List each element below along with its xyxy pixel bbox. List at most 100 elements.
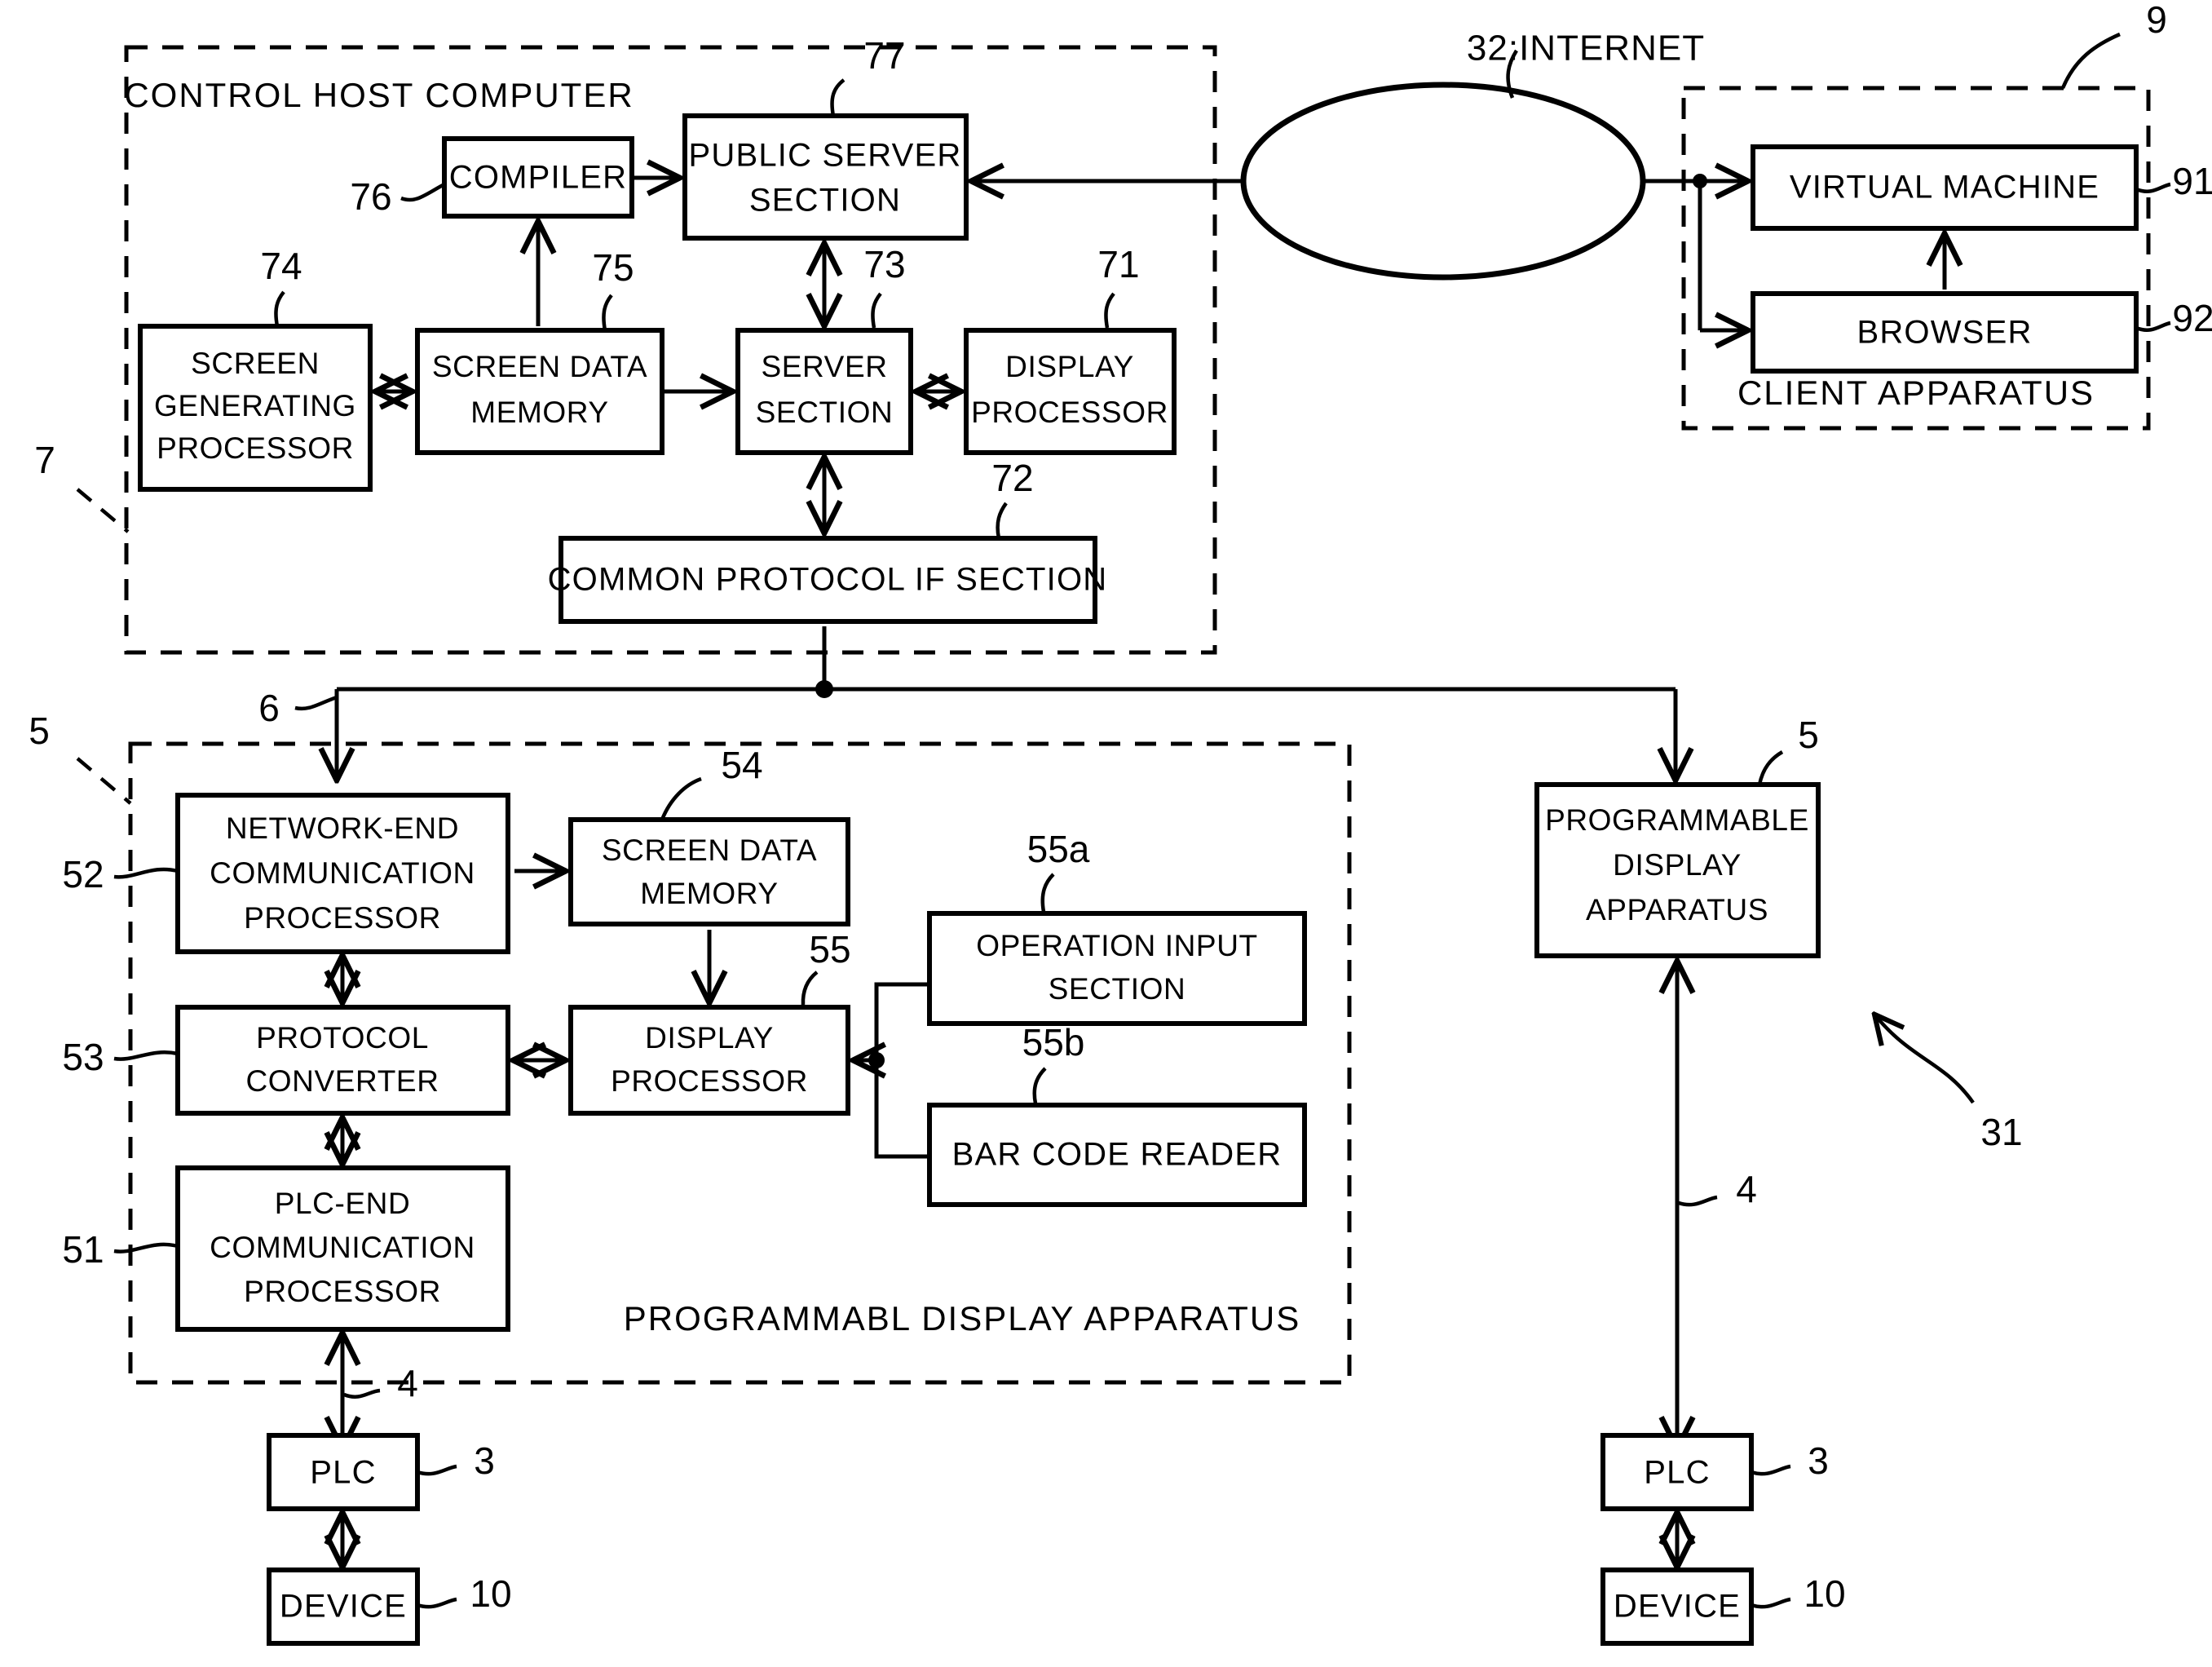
block-label-plc-end-line2: COMMUNICATION <box>210 1231 475 1264</box>
ref-number-31: 31 <box>1980 1111 2022 1153</box>
ref-number-4-left: 4 <box>397 1362 418 1404</box>
ref-73-leader <box>871 292 882 329</box>
block-label-plc-end-line3: PROCESSOR <box>244 1275 441 1308</box>
block-screen-generating-processor[interactable]: SCREEN GENERATING PROCESSOR <box>138 324 373 492</box>
ref-53-leader <box>113 1050 179 1061</box>
ref-76-leader <box>400 183 446 202</box>
block-label-common-protocol-if: COMMON PROTOCOL IF SECTION <box>548 562 1108 598</box>
ref-number-5-region: 5 <box>29 710 50 752</box>
block-label-screen-generating-line3: PROCESSOR <box>157 431 354 465</box>
ref-number-74: 74 <box>260 245 302 287</box>
ref-31-leader <box>1875 1015 1975 1104</box>
block-label-operation-input-line1: OPERATION INPUT <box>976 929 1257 962</box>
block-label-pda-right-line2: DISPLAY <box>1613 848 1742 882</box>
ref-number-72: 72 <box>991 457 1033 499</box>
ref-number-51: 51 <box>62 1228 104 1271</box>
block-device-right[interactable]: DEVICE <box>1600 1568 1754 1646</box>
block-network-end-communication-processor[interactable]: NETWORK-END COMMUNICATION PROCESSOR <box>175 793 510 954</box>
internet-cloud-label: 32:INTERNET <box>1467 29 1705 69</box>
block-common-protocol-if-section[interactable]: COMMON PROTOCOL IF SECTION <box>548 536 1108 624</box>
block-label-operation-input-line2: SECTION <box>1049 972 1186 1006</box>
ref-number-92: 92 <box>2172 297 2212 339</box>
block-label-plc-left: PLC <box>310 1455 376 1491</box>
block-programmable-display-apparatus-right[interactable]: PROGRAMMABLE DISPLAY APPARATUS <box>1534 782 1821 958</box>
block-display-processor-host[interactable]: DISPLAY PROCESSOR <box>964 328 1177 455</box>
block-label-screen-generating-line2: GENERATING <box>154 389 356 422</box>
input-join-lines <box>854 982 929 1159</box>
block-bar-code-reader[interactable]: BAR CODE READER <box>927 1103 1307 1207</box>
block-device-left[interactable]: DEVICE <box>267 1568 420 1646</box>
ref-3-left-leader <box>417 1464 457 1476</box>
block-label-plc-end-line1: PLC-END <box>275 1187 411 1220</box>
ref-10-right-leader <box>1751 1597 1791 1609</box>
block-label-display-processor-host-line2: PROCESSOR <box>971 396 1168 429</box>
block-label-screen-generating-line1: SCREEN <box>191 347 320 380</box>
ref-51-leader <box>113 1242 179 1254</box>
ref-74-leader <box>274 290 285 327</box>
block-screen-data-memory-pd[interactable]: SCREEN DATA MEMORY <box>568 817 850 926</box>
block-virtual-machine[interactable]: VIRTUAL MACHINE <box>1751 144 2139 231</box>
block-label-display-processor-pd-line1: DISPLAY <box>645 1021 774 1055</box>
ref-91-leader <box>2135 182 2171 193</box>
block-plc-left[interactable]: PLC <box>267 1433 420 1511</box>
ref-number-55: 55 <box>809 928 850 971</box>
ref-77-leader <box>830 78 846 117</box>
ref-number-6: 6 <box>258 687 280 729</box>
ref-number-71: 71 <box>1097 243 1139 285</box>
block-label-public-server-section-line2: SECTION <box>749 183 901 219</box>
block-label-network-end-line3: PROCESSOR <box>244 901 441 935</box>
ref-number-77: 77 <box>863 34 905 77</box>
ref-7-leader <box>76 488 130 533</box>
block-label-network-end-line2: COMMUNICATION <box>210 856 475 890</box>
ref-number-73: 73 <box>863 243 905 285</box>
block-compiler[interactable]: COMPILER <box>442 136 634 219</box>
ref-number-10-right: 10 <box>1804 1572 1845 1615</box>
block-label-screen-data-memory-pd-line1: SCREEN DATA <box>602 834 817 867</box>
block-label-device-left: DEVICE <box>280 1589 407 1625</box>
block-public-server-section[interactable]: PUBLIC SERVER SECTION <box>682 113 969 241</box>
ref-5-left-leader <box>76 757 132 805</box>
ref-55b-leader <box>1032 1067 1047 1104</box>
block-operation-input-section[interactable]: OPERATION INPUT SECTION <box>927 911 1307 1026</box>
ref-number-9: 9 <box>2146 0 2167 41</box>
block-browser[interactable]: BROWSER <box>1751 291 2139 374</box>
ref-number-7: 7 <box>34 439 55 481</box>
block-label-compiler: COMPILER <box>449 160 628 196</box>
ref-number-3-right: 3 <box>1808 1439 1829 1482</box>
plc-link-left <box>342 1334 381 1448</box>
region-title-programmable-display: PROGRAMMABL DISPLAY APPARATUS <box>624 1299 1301 1338</box>
block-server-section[interactable]: SERVER SECTION <box>735 328 913 455</box>
plc-link-right <box>1677 962 1718 1448</box>
ref-number-53: 53 <box>62 1036 104 1078</box>
block-label-bar-code-reader: BAR CODE READER <box>952 1137 1283 1173</box>
block-label-server-section-line2: SECTION <box>756 396 894 429</box>
ref-75-leader <box>602 294 613 331</box>
ref-71-leader <box>1104 292 1115 329</box>
block-label-public-server-section-line1: PUBLIC SERVER <box>689 138 962 174</box>
block-plc-end-communication-processor[interactable]: PLC-END COMMUNICATION PROCESSOR <box>175 1165 510 1332</box>
ref-72-leader <box>996 502 1008 539</box>
internet-cloud <box>1240 49 1646 281</box>
block-label-screen-data-memory-host-line2: MEMORY <box>470 396 608 429</box>
ref-number-5-right: 5 <box>1798 714 1819 756</box>
ref-52-leader <box>113 867 179 879</box>
ref-number-91: 91 <box>2172 160 2212 202</box>
block-protocol-converter[interactable]: PROTOCOL CONVERTER <box>175 1005 510 1116</box>
ref-number-52: 52 <box>62 853 104 895</box>
block-label-browser: BROWSER <box>1857 315 2032 351</box>
block-label-server-section-line1: SERVER <box>761 350 887 383</box>
ref-92-leader <box>2135 321 2171 332</box>
network-bus <box>294 626 1676 779</box>
ref-number-3-left: 3 <box>474 1439 495 1482</box>
region-title-control-host: CONTROL HOST COMPUTER <box>124 76 634 114</box>
block-label-screen-data-memory-pd-line2: MEMORY <box>640 877 778 910</box>
block-plc-right[interactable]: PLC <box>1600 1433 1754 1511</box>
block-label-plc-right: PLC <box>1644 1455 1710 1491</box>
block-label-protocol-converter-line2: CONVERTER <box>245 1064 439 1098</box>
ref-10-left-leader <box>417 1597 457 1609</box>
region-title-client-apparatus: CLIENT APPARATUS <box>1737 374 2095 412</box>
ref-number-75: 75 <box>592 246 634 289</box>
ref-3-right-leader <box>1751 1464 1791 1476</box>
block-screen-data-memory-host[interactable]: SCREEN DATA MEMORY <box>415 328 664 455</box>
block-display-processor-pd[interactable]: DISPLAY PROCESSOR <box>568 1005 850 1116</box>
